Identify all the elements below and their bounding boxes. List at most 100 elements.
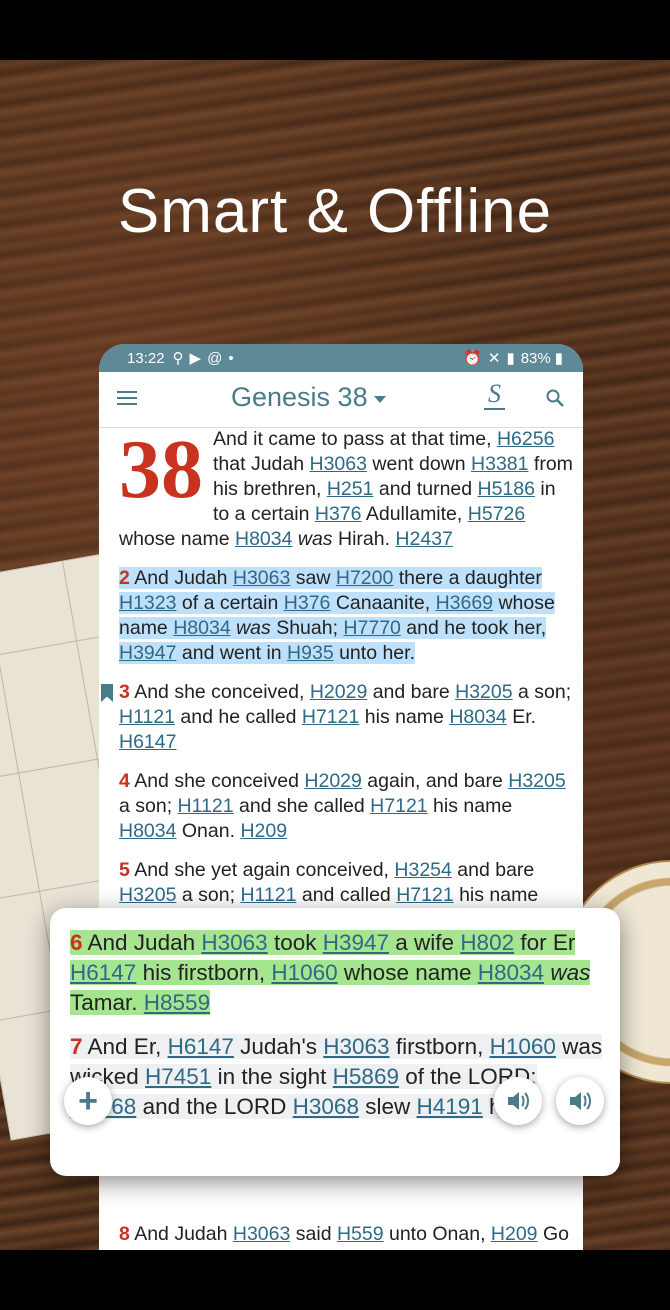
verse-text: And Judah <box>129 567 233 589</box>
verse-text: and he took her, <box>400 617 547 639</box>
audio-button-2[interactable] <box>556 1077 604 1125</box>
verse-text: And it came to pass at that time, <box>213 428 497 450</box>
usb-icon: ⚲ <box>172 350 184 367</box>
italic-word: was <box>230 617 271 639</box>
verse[interactable]: 4 And she conceived H2029 again, and bar… <box>119 769 573 844</box>
bookmark-icon <box>101 684 113 702</box>
verse-text: Hirah. <box>332 528 396 550</box>
promo-screen: Smart & Offline 13:22 ⚲ ▶ @ • ⏰ ✕ ▮ 83% … <box>0 0 670 1310</box>
strongs-link[interactable]: H7451 <box>145 1064 211 1089</box>
strongs-link[interactable]: H6147 <box>119 731 176 753</box>
verse[interactable]: 6 And Judah H3063 took H3947 a wife H802… <box>70 928 604 1018</box>
verse-text: Er. <box>506 706 537 728</box>
strongs-link[interactable]: H3063 <box>233 567 290 589</box>
strongs-link[interactable]: H3947 <box>323 930 389 955</box>
verse-text: unto her. <box>333 642 415 664</box>
verse-text: and bare <box>451 859 535 881</box>
add-button[interactable]: + <box>64 1077 112 1125</box>
verse[interactable]: 5 And she yet again conceived, H3254 and… <box>119 858 573 908</box>
strongs-link[interactable]: H8034 <box>449 706 506 728</box>
strongs-link[interactable]: H8034 <box>173 617 230 639</box>
strongs-link[interactable]: H3063 <box>233 1223 290 1245</box>
audio-button-1[interactable] <box>494 1077 542 1125</box>
strongs-link[interactable]: H935 <box>287 642 334 664</box>
strongs-link[interactable]: H802 <box>460 930 514 955</box>
verse-text: there a daughter <box>393 567 542 589</box>
strongs-link[interactable]: H3205 <box>119 884 176 906</box>
top-black-bar <box>0 0 670 60</box>
strongs-link[interactable]: H1060 <box>271 960 337 985</box>
strongs-link[interactable]: H2029 <box>304 770 361 792</box>
strongs-link[interactable]: H6147 <box>168 1034 234 1059</box>
verse-number: 2 <box>119 567 130 589</box>
strongs-link[interactable]: H6147 <box>70 960 136 985</box>
strongs-link[interactable]: H3063 <box>310 453 367 475</box>
plus-icon: + <box>78 1082 98 1120</box>
italic-word: was <box>292 528 333 550</box>
strongs-link[interactable]: H1121 <box>240 884 296 906</box>
strongs-link[interactable]: H7121 <box>302 706 359 728</box>
strongs-link[interactable]: H5186 <box>478 478 535 500</box>
strongs-link[interactable]: H5869 <box>333 1064 399 1089</box>
strongs-link[interactable]: H8034 <box>478 960 544 985</box>
strongs-link[interactable]: H3254 <box>394 859 451 881</box>
verse-text: Canaanite, <box>330 592 436 614</box>
alarm-icon: ⏰ <box>463 350 482 367</box>
strongs-link[interactable]: H3947 <box>119 642 176 664</box>
verse-text: Tamar. <box>70 990 144 1015</box>
strongs-link[interactable]: H376 <box>315 503 362 525</box>
strongs-link[interactable]: H1060 <box>490 1034 556 1059</box>
verse-text: saw <box>290 567 336 589</box>
verse[interactable]: And it came to pass at that time, H6256 … <box>119 427 573 552</box>
bottom-black-bar <box>0 1250 670 1310</box>
verse-text: that Judah <box>213 453 310 475</box>
strongs-link[interactable]: H251 <box>327 478 374 500</box>
strongs-link[interactable]: H1121 <box>119 706 175 728</box>
strongs-link[interactable]: H376 <box>284 592 331 614</box>
verse[interactable]: 8 And Judah H3063 said H559 unto Onan, H… <box>119 1222 573 1250</box>
verse-text: a son; <box>176 884 241 906</box>
strongs-link[interactable]: H209 <box>491 1223 538 1245</box>
verse-number: 3 <box>119 681 130 703</box>
strongs-link[interactable]: H1121 <box>178 795 234 817</box>
verse-text: took <box>267 930 323 955</box>
strongs-link[interactable]: H3669 <box>436 592 493 614</box>
strongs-link[interactable]: H3205 <box>508 770 565 792</box>
strongs-link[interactable]: H5726 <box>468 503 525 525</box>
strongs-link[interactable]: H3205 <box>455 681 512 703</box>
verse-text: for Er <box>514 930 576 955</box>
strongs-link[interactable]: H6256 <box>497 428 554 450</box>
headline: Smart & Offline <box>117 177 553 246</box>
strongs-link[interactable]: H559 <box>337 1223 384 1245</box>
verse-text: a wife <box>389 930 461 955</box>
verse-text: a son; <box>119 795 178 817</box>
menu-icon[interactable] <box>117 391 137 405</box>
strongs-link[interactable]: H2029 <box>310 681 367 703</box>
verse[interactable]: 3 And she conceived, H2029 and bare H320… <box>101 680 573 755</box>
strongs-link[interactable]: H8034 <box>119 820 176 842</box>
status-time: 13:22 <box>127 349 165 367</box>
strongs-link[interactable]: H3068 <box>293 1094 359 1119</box>
strongs-link[interactable]: H8034 <box>235 528 292 550</box>
strongs-link[interactable]: H209 <box>240 820 287 842</box>
strongs-link[interactable]: H2437 <box>395 528 452 550</box>
search-icon[interactable] <box>546 389 564 407</box>
youtube-icon: ▶ <box>189 350 202 367</box>
speaker-icon <box>508 1092 529 1110</box>
strongs-link[interactable]: H4191 <box>416 1094 482 1119</box>
strongs-link[interactable]: H3063 <box>323 1034 389 1059</box>
strongs-link[interactable]: H3381 <box>471 453 528 475</box>
strongs-link[interactable]: H7121 <box>370 795 427 817</box>
strongs-link[interactable]: H1323 <box>119 592 176 614</box>
strongs-link[interactable]: H3063 <box>201 930 267 955</box>
strongs-link[interactable]: H7121 <box>396 884 453 906</box>
strongs-link[interactable]: H7770 <box>343 617 400 639</box>
verse-text: And Er, <box>82 1034 168 1059</box>
verse-text: firstborn, <box>389 1034 490 1059</box>
verse[interactable]: 2 And Judah H3063 saw H7200 there a daug… <box>119 566 573 666</box>
book-selector[interactable]: Genesis 38 <box>231 382 386 413</box>
strongs-link[interactable]: H7200 <box>336 567 393 589</box>
strongs-link[interactable]: H8559 <box>144 990 210 1015</box>
verse-text: his name <box>359 706 450 728</box>
strongs-toggle-icon[interactable]: S <box>484 380 505 410</box>
